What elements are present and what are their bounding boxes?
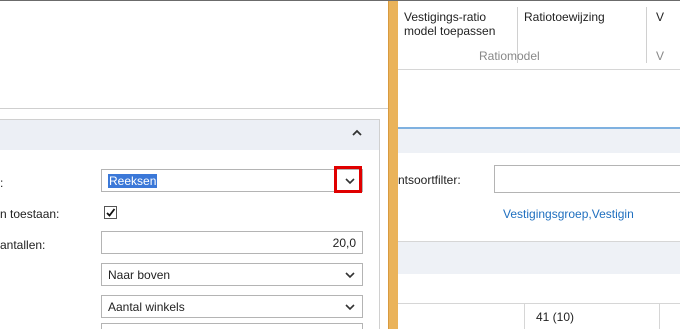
table-cell[interactable]: 41 (10) bbox=[536, 310, 574, 324]
series-dropdown[interactable]: Reeksen bbox=[101, 169, 363, 192]
next-field[interactable] bbox=[101, 323, 363, 329]
table-top-border bbox=[398, 303, 680, 304]
ribbon: Vestigings-ratio model toepassen Ratioto… bbox=[398, 1, 680, 68]
rounding-value: Naar boven bbox=[108, 268, 171, 282]
apply-ratio-model-button[interactable]: Vestigings-ratio model toepassen bbox=[404, 10, 495, 38]
quantities-input[interactable]: 20,0 bbox=[101, 231, 363, 254]
allow-checkbox[interactable] bbox=[104, 206, 117, 219]
options-section-header[interactable] bbox=[0, 120, 379, 150]
main-pane: Vestigings-ratio model toepassen Ratioto… bbox=[398, 1, 680, 329]
ribbon-bottom-border bbox=[398, 69, 680, 70]
filter-input[interactable] bbox=[494, 165, 680, 193]
basis-value: Aantal winkels bbox=[108, 300, 185, 314]
basis-dropdown[interactable]: Aantal winkels bbox=[101, 295, 363, 318]
series-selected-value: Reeksen bbox=[108, 174, 158, 188]
dropdown-highlight-box bbox=[334, 166, 362, 193]
table-column-separator bbox=[659, 303, 660, 329]
chevron-down-icon[interactable] bbox=[345, 303, 355, 311]
quantities-value: 20,0 bbox=[332, 236, 356, 250]
details-pane: : Reeksen n toestaan: antallen: 20,0 Naa… bbox=[0, 1, 388, 329]
chevron-up-icon[interactable] bbox=[351, 127, 363, 139]
ribbon-separator bbox=[646, 7, 647, 63]
pane-separator bbox=[0, 108, 388, 109]
chevron-down-icon[interactable] bbox=[345, 271, 355, 279]
ribbon-button-partial[interactable]: V bbox=[656, 10, 664, 24]
filter-section-header[interactable] bbox=[398, 129, 680, 153]
table-column-separator bbox=[524, 303, 525, 329]
filter-label: ntsoortfilter: bbox=[398, 173, 461, 187]
apply-ratio-model-line1: Vestigings-ratio bbox=[404, 10, 487, 24]
checkmark-icon bbox=[106, 208, 116, 217]
ratio-allocation-button[interactable]: Ratiotoewijzing bbox=[524, 10, 605, 24]
pane-splitter[interactable] bbox=[388, 1, 398, 329]
series-label: : bbox=[0, 176, 4, 190]
ribbon-group-label-partial: V bbox=[656, 49, 665, 63]
filter-value-link[interactable]: Vestigingsgroep,Vestigin bbox=[503, 207, 634, 221]
list-section-header[interactable] bbox=[398, 241, 680, 274]
ribbon-group-label: Ratiomodel bbox=[479, 49, 540, 63]
quantities-label: antallen: bbox=[0, 238, 46, 252]
allow-label: n toestaan: bbox=[0, 207, 60, 221]
rounding-dropdown[interactable]: Naar boven bbox=[101, 263, 363, 286]
apply-ratio-model-line2: model toepassen bbox=[404, 24, 496, 38]
